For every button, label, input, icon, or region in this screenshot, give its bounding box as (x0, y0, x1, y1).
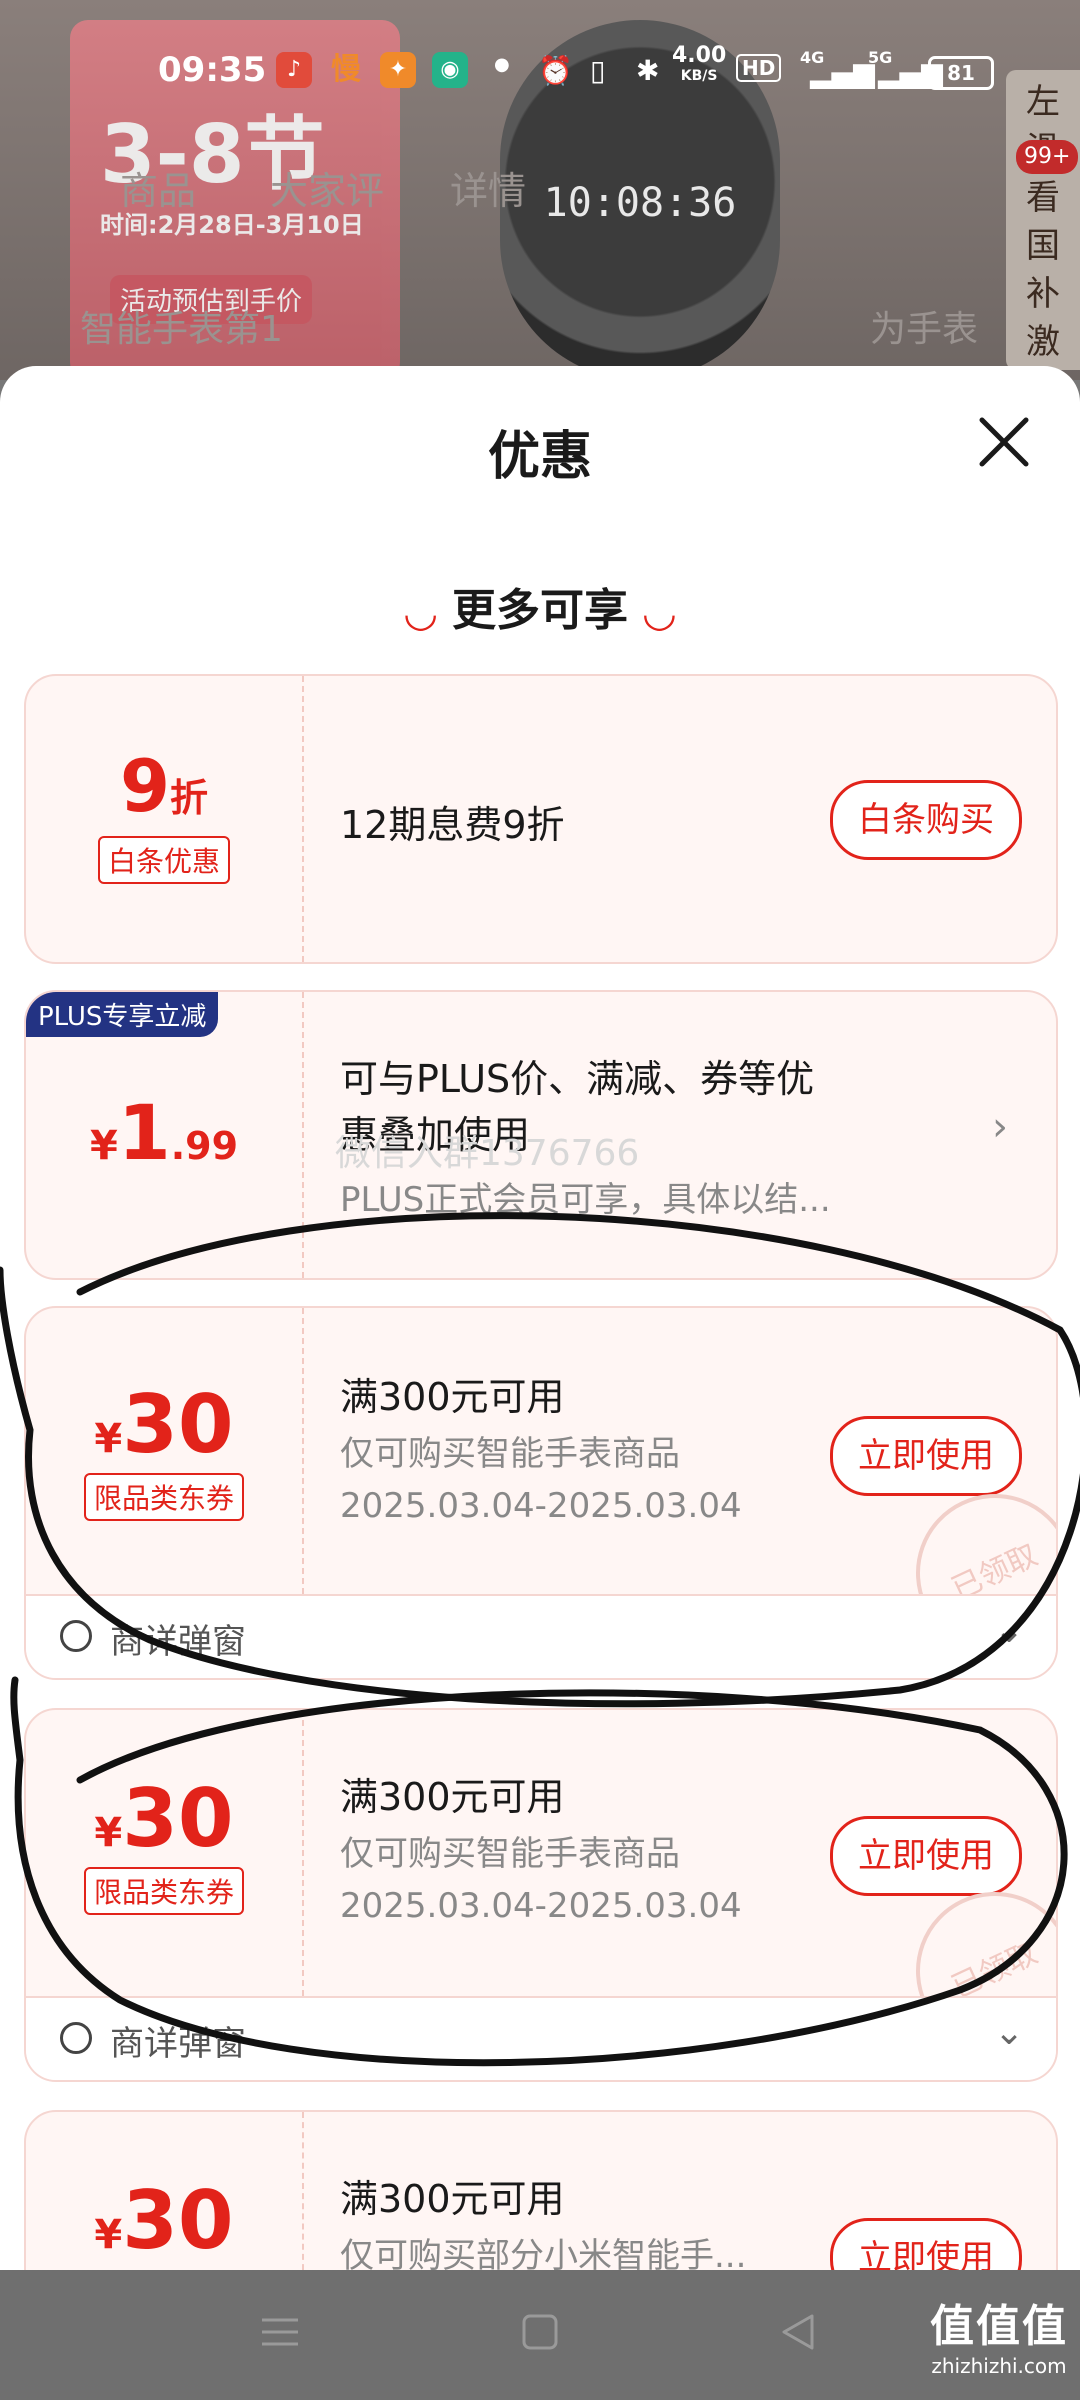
coupon-amount: 30 (122, 1378, 234, 1471)
coupon-scope: 仅可购买智能手表商品 (340, 1434, 680, 1474)
card-main-text-line1: 可与PLUS价、满减、券等优 (340, 1057, 815, 1101)
chevron-down-icon: ⌄ (994, 1610, 1025, 1651)
card-main-text: 12期息费9折 (340, 803, 565, 847)
currency-symbol: ¥ (94, 2212, 123, 2258)
menu-button[interactable] (258, 2310, 302, 2358)
card-value: 9折 白条优惠 (26, 744, 302, 884)
signal-icon: ▂▄▆ (810, 56, 875, 89)
dashed-divider (302, 992, 304, 1278)
use-now-button[interactable]: 立即使用 (830, 1416, 1022, 1496)
coupon-amount: 30 (122, 1772, 234, 1865)
plus-amount-decimal: .99 (170, 1124, 239, 1168)
discount-amount: 9 (119, 744, 171, 828)
net-speed-value: 4.00 (672, 43, 727, 68)
discount-unit: 折 (170, 776, 209, 820)
tab-details: 详情 (450, 169, 527, 213)
watermark-text: 微信入群1376766 (335, 1133, 640, 1174)
coupon-footer[interactable]: 商详弹窗 ⌄ (26, 1996, 1056, 2080)
baitiao-buy-button[interactable]: 白条购买 (830, 780, 1022, 860)
card-tag: 白条优惠 (97, 836, 230, 884)
net-speed-unit: KB/S (680, 68, 718, 84)
home-icon (522, 2314, 558, 2350)
status-bar: 09:35 ♪ 慢 ✦ ◉ ● ⏰ ▯ ✱ 4.00 KB/S HD 4G ▂▄… (0, 40, 1080, 106)
chevron-down-icon: ⌄ (994, 2012, 1025, 2053)
watch-face-time: 10:08:36 (543, 180, 737, 226)
side-count-badge: 99+ (1016, 140, 1079, 174)
vibrate-icon: ▯ (590, 54, 606, 87)
sheet-title: 优惠 (487, 427, 592, 487)
close-icon[interactable] (972, 410, 1036, 474)
shield-app-icon: ◉ (432, 52, 468, 88)
alarm-icon: ⏰ (538, 54, 573, 87)
bluetooth-icon: ✱ (636, 54, 660, 87)
site-watermark-logo: 值值值 zhizhizhi.com (930, 2290, 1068, 2378)
side-subsidy-tab: 左滑看国补激活 99+ (1006, 70, 1080, 380)
baitiao-card: 9折 白条优惠 12期息费9折 白条购买 (24, 674, 1058, 964)
music-app-icon: ♪ (276, 52, 312, 88)
back-button[interactable] (776, 2310, 820, 2358)
brand-name: 值值值 (930, 2301, 1068, 2352)
section-header: ◡ 更多可享 ◡ (0, 574, 1080, 638)
card-tag: 限品类东券 (83, 1473, 244, 1521)
coupon-validity: 2025.03.04-2025.03.04 (340, 1886, 742, 1926)
system-nav-bar: 值值值 zhizhizhi.com (0, 2270, 1080, 2400)
dashed-divider (302, 676, 304, 962)
use-now-button[interactable]: 立即使用 (830, 1816, 1022, 1896)
card-value: ¥30 限品类东券 (26, 1772, 302, 1915)
tab-reviews: 大家评 (270, 169, 385, 213)
footer-label: 商详弹窗 (110, 1622, 246, 1662)
back-icon (782, 2314, 814, 2350)
background-search-right: 为手表 (870, 309, 979, 350)
card-sub-text: PLUS正式会员可享，具体以结... (340, 1180, 831, 1220)
slow-app-icon: 慢 (331, 52, 361, 87)
status-time: 09:35 (158, 50, 267, 90)
menu-icon (262, 2318, 298, 2346)
coupon-scope: 仅可购买智能手表商品 (340, 1834, 680, 1874)
dot-icon: ● (494, 54, 510, 75)
battery-indicator: 81 (928, 56, 994, 90)
coupon-condition: 满300元可用 (340, 1375, 565, 1419)
ticket-icon (60, 2022, 92, 2054)
currency-symbol: ¥ (94, 1810, 123, 1856)
smile-icon-right: ◡ (644, 590, 675, 636)
dashed-divider (302, 1710, 304, 1996)
card-value: ¥30 限品类东券 (26, 1378, 302, 1521)
coupon-scope: 仅可购买部分小米智能手... (340, 2236, 747, 2270)
tab-product: 商品 (120, 169, 197, 213)
dashed-divider (302, 2112, 304, 2270)
home-button[interactable] (518, 2310, 562, 2358)
plus-badge: PLUS专享立减 (26, 992, 219, 1037)
currency-symbol: ¥ (94, 1416, 123, 1462)
dashed-divider (302, 1308, 304, 1594)
coupon-card: ¥30 限品类东券 满300元可用 仅可购买智能手表商品 2025.03.04-… (24, 1306, 1058, 1680)
coupon-validity: 2025.03.04-2025.03.04 (340, 1486, 742, 1526)
coupon-condition: 满300元可用 (340, 1775, 565, 1819)
coupon-card: ¥30 限品类东券 满300元可用 仅可购买智能手表商品 2025.03.04-… (24, 1708, 1058, 2082)
ticket-icon (60, 1620, 92, 1652)
smile-icon-left: ◡ (405, 590, 436, 636)
plus-amount: 1 (117, 1088, 171, 1177)
background-search-text: 智能手表第1 (80, 309, 283, 350)
runner-app-icon: ✦ (380, 52, 416, 88)
footer-label: 商详弹窗 (110, 2024, 246, 2064)
card-value: ¥30 (26, 2174, 302, 2267)
net-speed: 4.00 KB/S (672, 43, 727, 86)
chevron-right-icon: › (992, 1104, 1008, 1150)
section-title: 更多可享 (452, 585, 628, 636)
coupon-amount: 30 (122, 2174, 234, 2267)
card-tag: 限品类东券 (83, 1867, 244, 1915)
card-value: ¥1.99 (26, 1088, 302, 1177)
hd-icon: HD (736, 54, 782, 82)
side-text: 左滑看国补激活 (1026, 82, 1060, 380)
coupon-footer[interactable]: 商详弹窗 ⌄ (26, 1594, 1056, 1678)
use-now-button[interactable]: 立即使用 (830, 2218, 1022, 2270)
coupon-card: ¥30 满300元可用 仅可购买部分小米智能手... 立即使用 (24, 2110, 1058, 2270)
discount-sheet: 优惠 ◡ 更多可享 ◡ 9折 白条优惠 12期息费9折 白条购买 PLUS专享立减 … (0, 366, 1080, 2270)
currency-symbol: ¥ (89, 1123, 118, 1169)
brand-url: zhizhizhi.com (931, 2354, 1067, 2378)
coupon-condition: 满300元可用 (340, 2177, 565, 2221)
